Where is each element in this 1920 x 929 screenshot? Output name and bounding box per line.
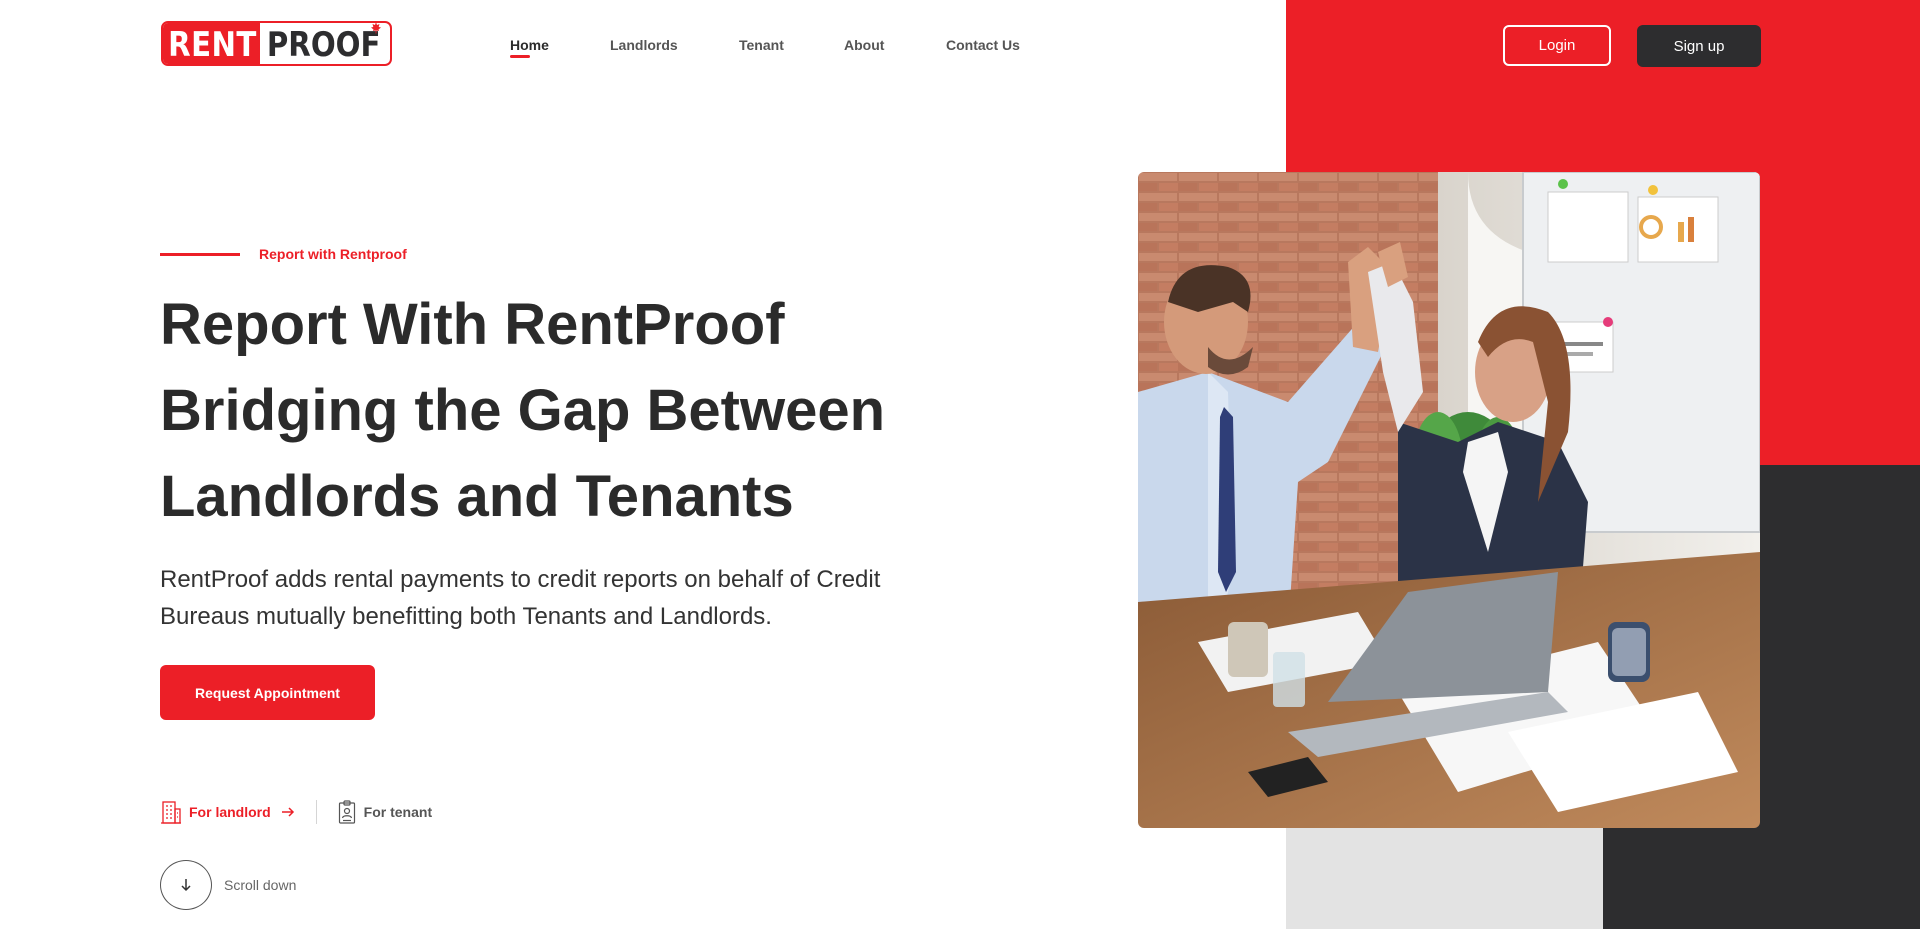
nav-about[interactable]: About xyxy=(844,37,884,53)
id-badge-icon xyxy=(338,800,355,824)
for-landlord-link[interactable]: For landlord xyxy=(160,800,295,824)
scroll-circle xyxy=(160,860,212,910)
headline-line-2: Bridging the Gap Between xyxy=(160,378,886,443)
hero-gray-panel xyxy=(1286,828,1603,929)
nav-active-indicator xyxy=(510,55,530,58)
for-tenant-link[interactable]: For tenant xyxy=(338,800,432,824)
headline-line-1: Report With RentProof xyxy=(160,292,785,357)
office-high-five-image xyxy=(1138,172,1760,828)
for-landlord-label: For landlord xyxy=(189,804,271,820)
maple-leaf-icon xyxy=(371,22,381,34)
arrow-down-icon xyxy=(181,879,191,892)
scroll-down-control[interactable]: Scroll down xyxy=(160,860,296,910)
logo-proof-text: PROOF xyxy=(260,23,386,64)
hero-subtext: RentProof adds rental payments to credit… xyxy=(160,566,881,630)
hero-eyebrow: Report with Rentproof xyxy=(259,246,407,262)
building-icon xyxy=(161,801,181,824)
role-links: For landlord For tenant xyxy=(160,800,432,824)
request-appointment-button[interactable]: Request Appointment xyxy=(160,665,375,720)
scroll-down-label: Scroll down xyxy=(224,877,297,893)
nav-contact-us[interactable]: Contact Us xyxy=(946,37,1020,53)
role-divider xyxy=(315,800,317,824)
logo-rent-text: RENT xyxy=(163,23,262,64)
arrow-right-icon xyxy=(281,807,294,817)
nav-tenant[interactable]: Tenant xyxy=(739,37,784,53)
nav-landlords[interactable]: Landlords xyxy=(610,37,678,53)
nav-home[interactable]: Home xyxy=(510,37,549,53)
hero-photo xyxy=(1138,172,1760,828)
site-logo[interactable]: RENT PROOF xyxy=(161,21,393,66)
hero-headline: Report With RentProof Bridging the Gap B… xyxy=(160,282,980,540)
signup-button[interactable]: Sign up xyxy=(1637,25,1761,67)
login-button[interactable]: Login xyxy=(1503,25,1611,66)
for-tenant-label: For tenant xyxy=(363,804,433,820)
headline-line-3: Landlords and Tenants xyxy=(160,464,794,529)
eyebrow-line xyxy=(160,253,240,256)
